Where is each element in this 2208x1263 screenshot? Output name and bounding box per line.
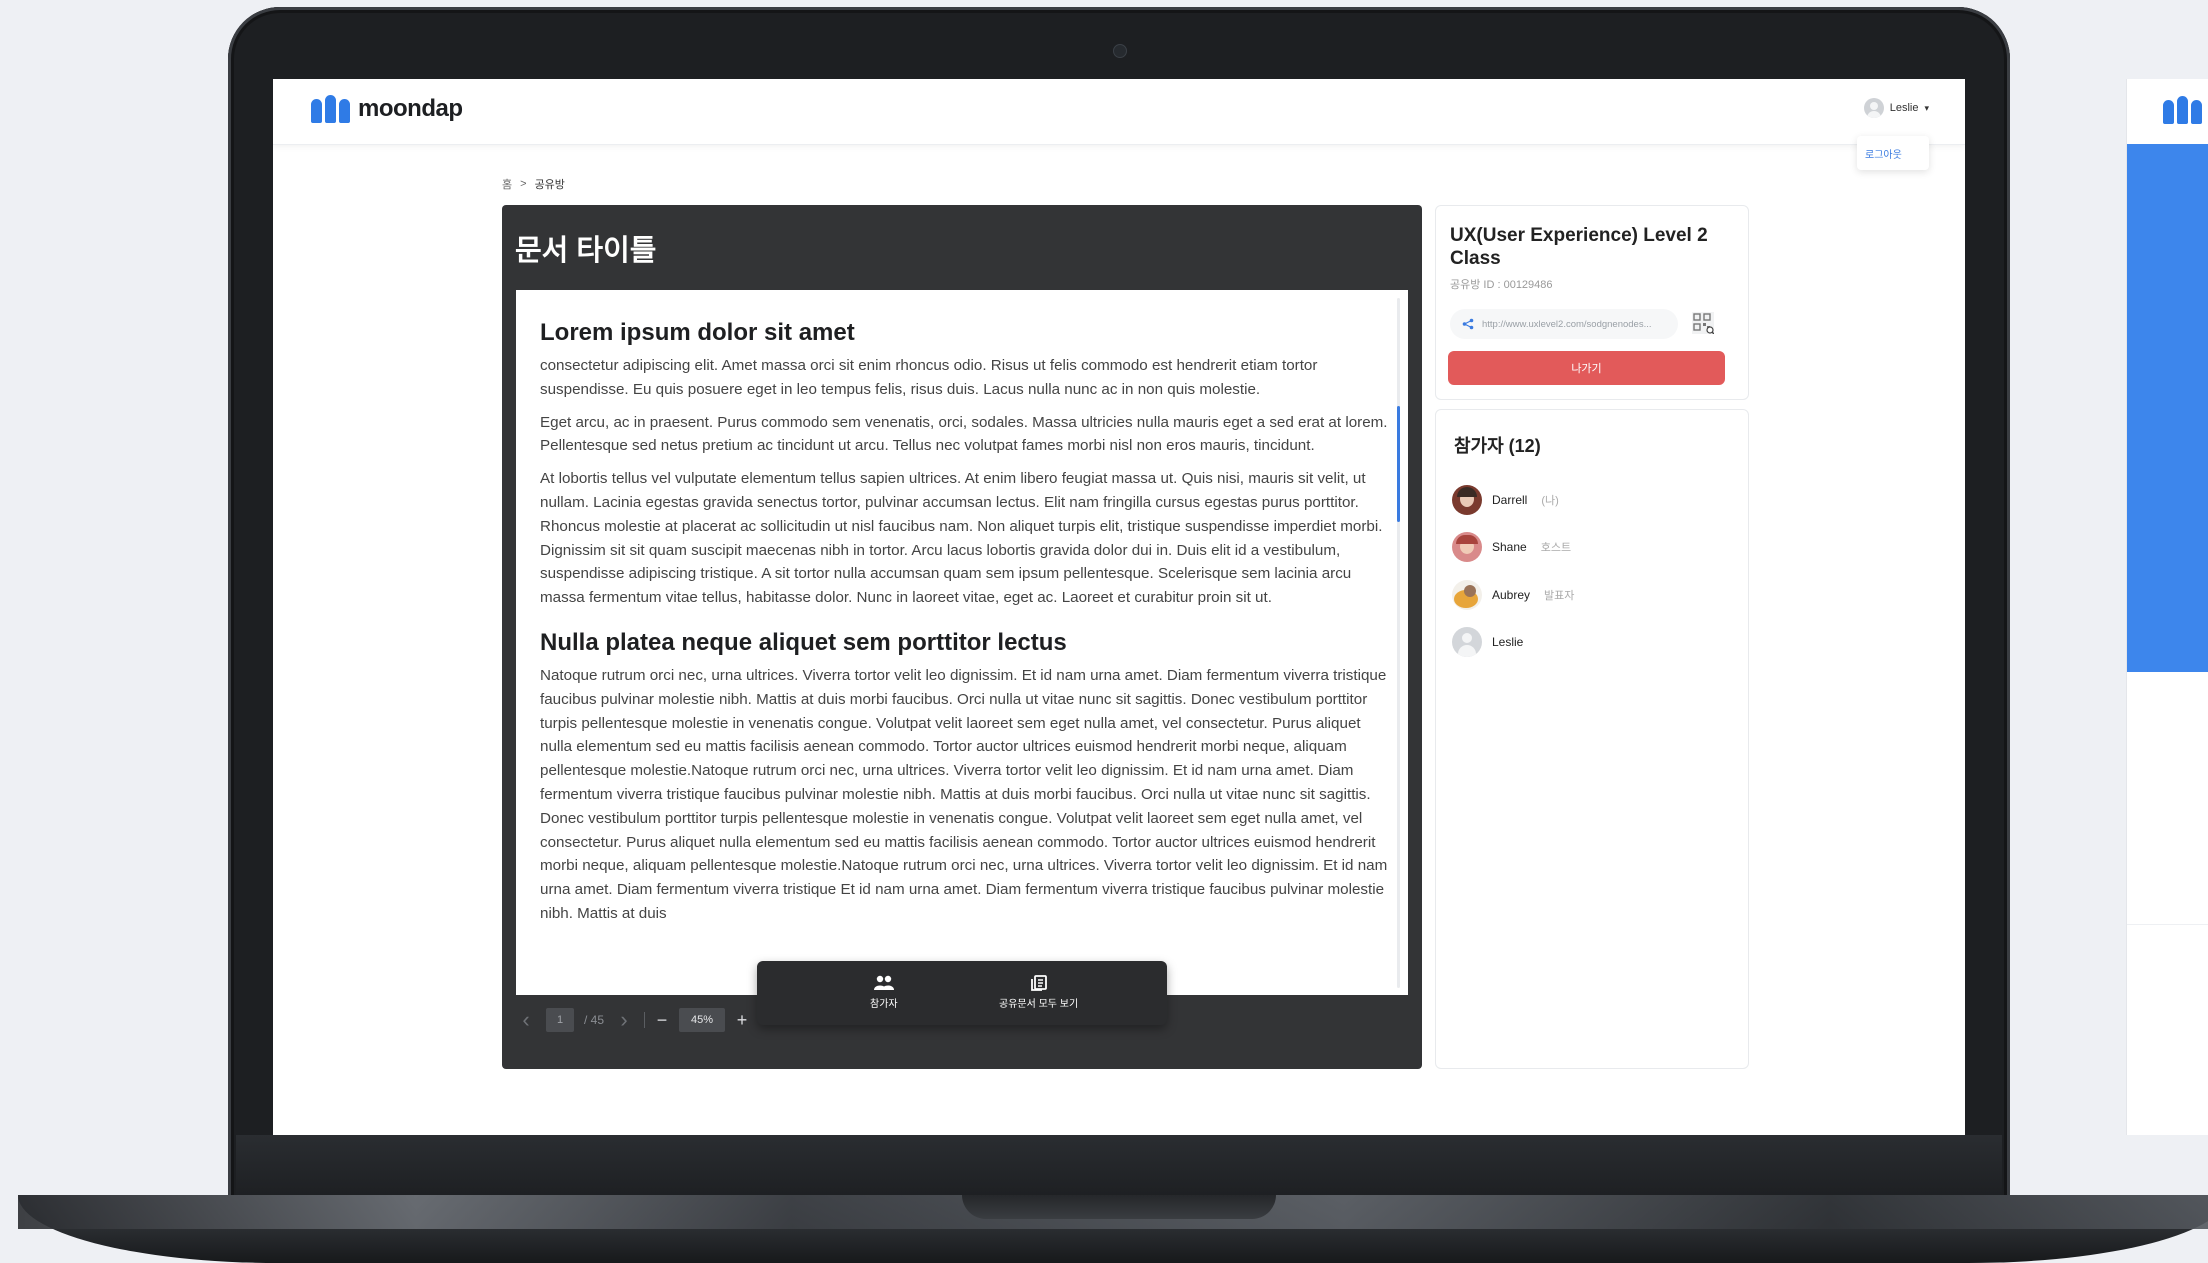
logout-menu-item[interactable]: 로그아웃 <box>1857 136 1929 170</box>
zoom-out-button[interactable]: − <box>655 1010 669 1031</box>
participant-name: Darrell <box>1492 492 1528 507</box>
zoom-in-button[interactable]: + <box>735 1010 749 1031</box>
participant-item[interactable]: Darrell (나) <box>1452 476 1574 524</box>
participant-name: Leslie <box>1492 635 1524 650</box>
document-paragraph-1: consectetur adipiscing elit. Amet massa … <box>540 357 1318 398</box>
camera-dot <box>1113 44 1127 58</box>
participant-item[interactable]: Leslie <box>1452 619 1574 667</box>
participant-item[interactable]: Aubrey 발표자 <box>1452 571 1574 619</box>
page-number-input[interactable]: 1 <box>546 1008 574 1032</box>
user-menu[interactable]: Leslie ▾ <box>1863 98 1929 118</box>
room-title: UX(User Experience) Level 2 Class <box>1450 225 1708 269</box>
breadcrumb-current: 공유방 <box>534 179 565 191</box>
room-id: 공유방 ID : 00129486 <box>1450 279 1553 291</box>
default-avatar-icon <box>1452 627 1482 658</box>
laptop-bezel-bottom <box>236 1135 2002 1195</box>
document-viewer: 문서 타이틀 Lorem ipsum dolor sit amet consec… <box>502 205 1422 1069</box>
adjacent-screen-preview <box>2126 79 2208 1135</box>
document-paragraph-3: At lobortis tellus vel vulputate element… <box>540 470 1383 607</box>
room-info-card: UX(User Experience) Level 2 Class 공유방 ID… <box>1435 205 1749 400</box>
participant-role: 호스트 <box>1540 542 1572 555</box>
document-page[interactable]: Lorem ipsum dolor sit amet consectetur a… <box>516 290 1408 995</box>
document-heading-2: Nulla platea neque aliquet sem porttitor… <box>540 628 1067 656</box>
moondap-logo[interactable]: moondap <box>311 95 463 123</box>
zoom-level[interactable]: 45% <box>679 1008 726 1032</box>
document-scrollbar-thumb[interactable] <box>1397 406 1400 522</box>
chevron-down-icon: ▾ <box>1924 102 1929 113</box>
participants-list: Darrell (나) Shane 호스트 Aubrey 발표자 Leslie <box>1452 476 1574 666</box>
next-page-icon[interactable]: › <box>614 1009 634 1031</box>
qr-code-icon[interactable] <box>1692 312 1714 334</box>
floating-action-bar: 참가자 공유문서 모두 보기 <box>757 961 1167 1025</box>
document-content: Lorem ipsum dolor sit amet consectetur a… <box>540 318 1388 935</box>
document-title: 문서 타이틀 <box>515 235 657 267</box>
people-icon <box>873 975 894 990</box>
participant-role: 발표자 <box>1544 589 1575 602</box>
laptop-notch <box>962 1195 1276 1219</box>
logo-text: moondap <box>358 95 463 122</box>
blue-panel <box>2127 144 2208 672</box>
divider <box>644 1012 646 1028</box>
document-heading-1: Lorem ipsum dolor sit amet <box>540 319 855 346</box>
participant-name: Aubrey <box>1492 587 1531 602</box>
share-link-field[interactable]: http://www.uxlevel2.com/sodgnenodes... <box>1450 309 1678 339</box>
prev-page-icon[interactable]: ‹ <box>516 1009 536 1031</box>
avatar <box>1452 579 1482 610</box>
participants-card: 참가자 (12) Darrell (나) Shane 호스트 Aubrey 발표… <box>1435 409 1749 1069</box>
app-screen: moondap Leslie ▾ 로그아웃 홈 > 공유방 문서 타이틀 Lor… <box>273 79 1965 1135</box>
share-icon <box>1462 318 1474 330</box>
page-total: / 45 <box>584 1013 605 1027</box>
breadcrumb: 홈 > 공유방 <box>502 176 565 192</box>
document-paragraph-4: Natoque rutrum orci nec, urna ultrices. … <box>540 666 1388 922</box>
view-all-docs-label: 공유문서 모두 보기 <box>999 999 1079 1010</box>
participants-title: 참가자 (12) <box>1454 436 1541 456</box>
participant-item[interactable]: Shane 호스트 <box>1452 524 1574 572</box>
moondap-logo-icon <box>311 95 350 123</box>
user-avatar <box>1863 98 1884 118</box>
participants-button-label: 참가자 <box>870 999 898 1010</box>
share-link-text: http://www.uxlevel2.com/sodgnenodes... <box>1482 318 1652 330</box>
participants-button[interactable]: 참가자 <box>870 975 898 1010</box>
breadcrumb-separator: > <box>520 178 527 190</box>
divider <box>2127 924 2208 925</box>
moondap-logo-icon <box>2163 96 2202 124</box>
avatar <box>1452 484 1482 515</box>
page-controls: ‹ 1 / 45 › − 45% + <box>516 1008 749 1032</box>
user-name: Leslie <box>1889 102 1919 114</box>
view-all-docs-button[interactable]: 공유문서 모두 보기 <box>999 975 1078 1010</box>
leave-button[interactable]: 나가기 <box>1448 351 1725 385</box>
participant-role: (나) <box>1541 494 1559 507</box>
document-scrollbar[interactable] <box>1397 298 1400 988</box>
top-bar: moondap Leslie ▾ <box>273 79 1965 145</box>
documents-icon <box>1030 975 1047 991</box>
avatar <box>1452 532 1482 563</box>
breadcrumb-home[interactable]: 홈 <box>502 176 512 192</box>
participant-name: Shane <box>1492 540 1527 555</box>
document-paragraph-2: Eget arcu, ac in praesent. Purus commodo… <box>540 413 1388 455</box>
